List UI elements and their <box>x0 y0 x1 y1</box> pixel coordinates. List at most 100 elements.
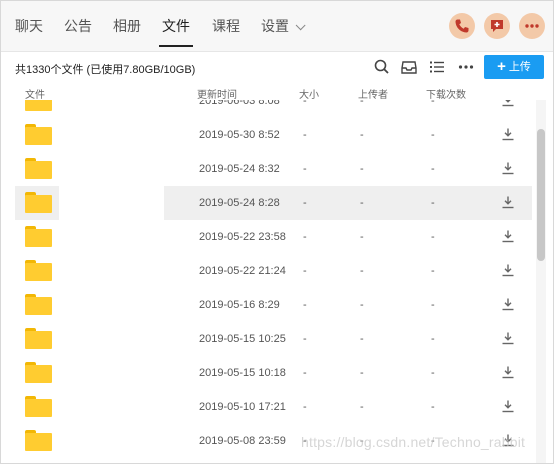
column-size[interactable]: 大小 <box>299 86 319 101</box>
file-uploader: - <box>360 197 364 209</box>
file-manager-window: 聊天 公告 相册 文件 课程 设置 共1330个文件 (已使用7.80GB/10… <box>0 0 554 464</box>
tab-settings[interactable]: 设置 <box>261 18 306 34</box>
download-icon[interactable] <box>501 229 515 243</box>
chevron-down-icon <box>295 20 306 31</box>
column-updated-time[interactable]: 更新时间 <box>197 86 237 101</box>
file-updated-time: 2019-05-15 10:18 <box>199 367 286 379</box>
file-download-count: - <box>431 163 435 175</box>
call-button[interactable] <box>449 13 475 39</box>
file-updated-time: 2019-05-08 23:59 <box>199 435 286 447</box>
file-row[interactable]: 2019-05-15 10:25 - - - <box>1 322 553 356</box>
download-icon[interactable] <box>501 195 515 209</box>
file-updated-time: 2019-05-22 21:24 <box>199 265 286 277</box>
folder-icon <box>25 124 52 145</box>
tab-chat[interactable]: 聊天 <box>15 18 43 34</box>
file-size: - <box>303 100 307 107</box>
file-uploader: - <box>360 163 364 175</box>
more-icon[interactable] <box>457 58 475 76</box>
tab-settings-label: 设置 <box>261 18 289 34</box>
folder-icon <box>25 294 52 315</box>
file-updated-time: 2019-05-24 8:32 <box>199 163 280 175</box>
file-size: - <box>303 265 307 277</box>
file-updated-time: 2019-05-24 8:28 <box>199 197 280 209</box>
column-uploader[interactable]: 上传者 <box>358 86 388 101</box>
scrollbar-thumb[interactable] <box>537 129 545 261</box>
file-uploader: - <box>360 333 364 345</box>
folder-icon <box>25 158 52 179</box>
search-icon[interactable] <box>373 58 391 76</box>
file-row[interactable]: 2019-05-15 10:18 - - - <box>1 356 553 390</box>
file-download-count: - <box>431 231 435 243</box>
folder-icon <box>25 328 52 349</box>
column-header: 文件 更新时间 大小 上传者 下载次数 <box>1 86 553 101</box>
file-row[interactable]: 2019-05-10 17:21 - - - <box>1 390 553 424</box>
file-download-count: - <box>431 299 435 311</box>
tab-album[interactable]: 相册 <box>113 18 141 34</box>
upload-button[interactable]: + 上传 <box>484 55 544 79</box>
file-row[interactable]: 2019-06-03 8:08 - - - <box>1 100 553 118</box>
file-uploader: - <box>360 129 364 141</box>
file-row[interactable]: 2019-05-22 21:24 - - - <box>1 254 553 288</box>
folder-icon <box>25 430 52 451</box>
inbox-icon[interactable] <box>400 58 418 76</box>
list-view-icon[interactable] <box>428 58 446 76</box>
file-row[interactable]: 2019-05-16 8:29 - - - <box>1 288 553 322</box>
file-size: - <box>303 197 307 209</box>
file-uploader: - <box>360 100 364 107</box>
plus-icon: + <box>497 58 506 75</box>
phone-icon <box>455 19 469 33</box>
message-add-icon <box>491 20 503 32</box>
file-row[interactable]: 2019-05-22 23:58 - - - <box>1 220 553 254</box>
file-size: - <box>303 129 307 141</box>
tab-courses[interactable]: 课程 <box>212 18 240 34</box>
folder-icon <box>25 192 52 213</box>
tab-files[interactable]: 文件 <box>162 18 190 34</box>
file-size: - <box>303 367 307 379</box>
file-uploader: - <box>360 367 364 379</box>
file-download-count: - <box>431 100 435 107</box>
file-updated-time: 2019-05-10 17:21 <box>199 401 286 413</box>
watermark: https://blog.csdn.net/Techno_rabbit <box>301 434 526 450</box>
file-toolbar: 共1330个文件 (已使用7.80GB/10GB) + 上传 <box>1 52 553 82</box>
file-size: - <box>303 299 307 311</box>
folder-icon <box>25 226 52 247</box>
storage-summary: 共1330个文件 (已使用7.80GB/10GB) <box>15 64 196 76</box>
new-message-button[interactable] <box>484 13 510 39</box>
download-icon[interactable] <box>501 127 515 141</box>
file-size: - <box>303 333 307 345</box>
download-icon[interactable] <box>501 365 515 379</box>
tab-bar: 聊天 公告 相册 文件 课程 设置 <box>1 1 553 52</box>
download-icon[interactable] <box>501 331 515 345</box>
file-size: - <box>303 163 307 175</box>
download-icon[interactable] <box>501 100 515 107</box>
file-uploader: - <box>360 265 364 277</box>
file-uploader: - <box>360 401 364 413</box>
file-updated-time: 2019-05-30 8:52 <box>199 129 280 141</box>
file-updated-time: 2019-05-15 10:25 <box>199 333 286 345</box>
file-updated-time: 2019-05-22 23:58 <box>199 231 286 243</box>
download-icon[interactable] <box>501 399 515 413</box>
file-size: - <box>303 231 307 243</box>
file-download-count: - <box>431 401 435 413</box>
file-uploader: - <box>360 299 364 311</box>
column-download-count[interactable]: 下载次数 <box>426 86 466 101</box>
file-row[interactable]: 2019-05-24 8:28 - - - <box>1 186 553 220</box>
file-download-count: - <box>431 197 435 209</box>
file-download-count: - <box>431 333 435 345</box>
file-uploader: - <box>360 231 364 243</box>
active-tab-indicator <box>159 45 193 47</box>
folder-icon <box>25 100 52 111</box>
file-updated-time: 2019-05-16 8:29 <box>199 299 280 311</box>
file-download-count: - <box>431 367 435 379</box>
download-icon[interactable] <box>501 263 515 277</box>
download-icon[interactable] <box>501 297 515 311</box>
file-row[interactable]: 2019-05-30 8:52 - - - <box>1 118 553 152</box>
folder-icon <box>25 396 52 417</box>
more-options-button[interactable] <box>519 13 545 39</box>
file-updated-time: 2019-06-03 8:08 <box>199 100 280 107</box>
file-row[interactable]: 2019-05-24 8:32 - - - <box>1 152 553 186</box>
tab-announcements[interactable]: 公告 <box>64 18 92 34</box>
download-icon[interactable] <box>501 161 515 175</box>
upload-label: 上传 <box>508 61 531 73</box>
column-name[interactable]: 文件 <box>25 86 45 101</box>
